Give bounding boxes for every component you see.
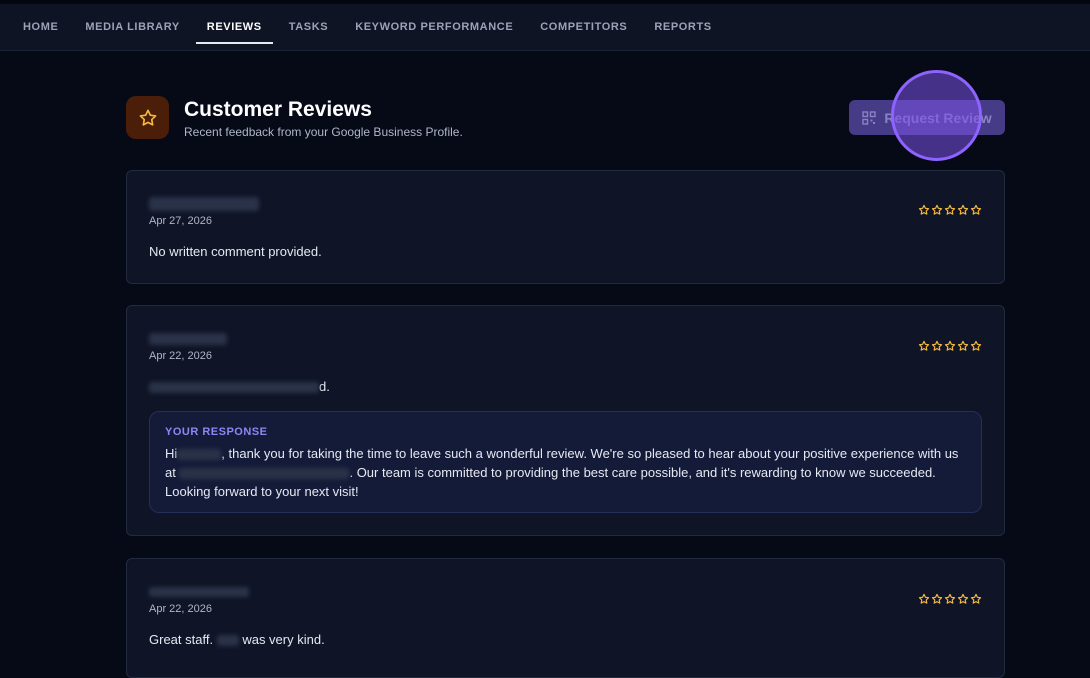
qr-code-icon [862,110,877,125]
star-outline-icon [970,593,982,604]
page-subtitle: Recent feedback from your Google Busines… [184,125,463,139]
response-label: YOUR RESPONSE [165,426,268,438]
rating-stars [918,204,982,216]
nav-tab-competitors[interactable]: COMPETITORS [529,4,638,50]
review-card: Apr 22, 2026 Great staff. was very kind. [126,558,1005,678]
star-outline-icon [970,204,982,215]
nav-tab-reviews[interactable]: REVIEWS [195,4,273,50]
page-header: Customer Reviews Recent feedback from yo… [126,96,1005,146]
review-date: Apr 22, 2026 [149,350,212,362]
owner-response: YOUR RESPONSE Hi, thank you for taking t… [149,411,982,513]
star-outline-icon [931,593,943,604]
nav-tab-reports[interactable]: REPORTS [643,4,722,50]
review-date: Apr 22, 2026 [149,603,212,615]
response-text-part: Hi [165,446,178,461]
review-comment: Great staff. was very kind. [149,632,325,647]
star-outline-icon [931,340,943,351]
reviewer-name [149,584,249,600]
star-outline-icon [931,204,943,215]
request-review-label: Request Review [884,109,992,126]
nav-tab-tasks[interactable]: TASKS [278,4,339,50]
review-comment-text: d. [319,379,330,394]
star-outline-icon [957,204,969,215]
nav-tab-media-library[interactable]: MEDIA LIBRARY [74,4,190,50]
review-card: Apr 27, 2026 No written comment provided… [126,170,1005,284]
review-comment: d. [149,379,330,394]
main-nav: HOME MEDIA LIBRARY REVIEWS TASKS KEYWORD… [0,4,1090,50]
page-title: Customer Reviews [184,98,372,121]
request-review-button[interactable]: Request Review [849,100,1005,135]
review-date: Apr 27, 2026 [149,215,212,227]
star-outline-icon [944,204,956,215]
reviews-badge [126,96,169,139]
rating-stars [918,340,982,352]
star-outline-icon [957,340,969,351]
review-comment-text: was very kind. [242,632,325,647]
star-outline-icon [944,340,956,351]
rating-stars [918,593,982,605]
top-nav-bar: HOME MEDIA LIBRARY REVIEWS TASKS KEYWORD… [0,0,1090,51]
star-icon [139,109,156,126]
reviewer-name [149,330,227,346]
star-outline-icon [957,593,969,604]
review-comment: No written comment provided. [149,244,322,259]
star-outline-icon [970,340,982,351]
star-outline-icon [918,593,930,604]
nav-tab-keyword-performance[interactable]: KEYWORD PERFORMANCE [344,4,524,50]
review-card: Apr 22, 2026 d. YOUR RESPONSE Hi, thank … [126,305,1005,536]
star-outline-icon [918,204,930,215]
star-outline-icon [944,593,956,604]
review-comment-text: Great staff. [149,632,214,647]
reviewer-name [149,195,259,211]
nav-tab-home[interactable]: HOME [12,4,69,50]
star-outline-icon [918,340,930,351]
response-text: Hi, thank you for taking the time to lea… [165,444,966,501]
